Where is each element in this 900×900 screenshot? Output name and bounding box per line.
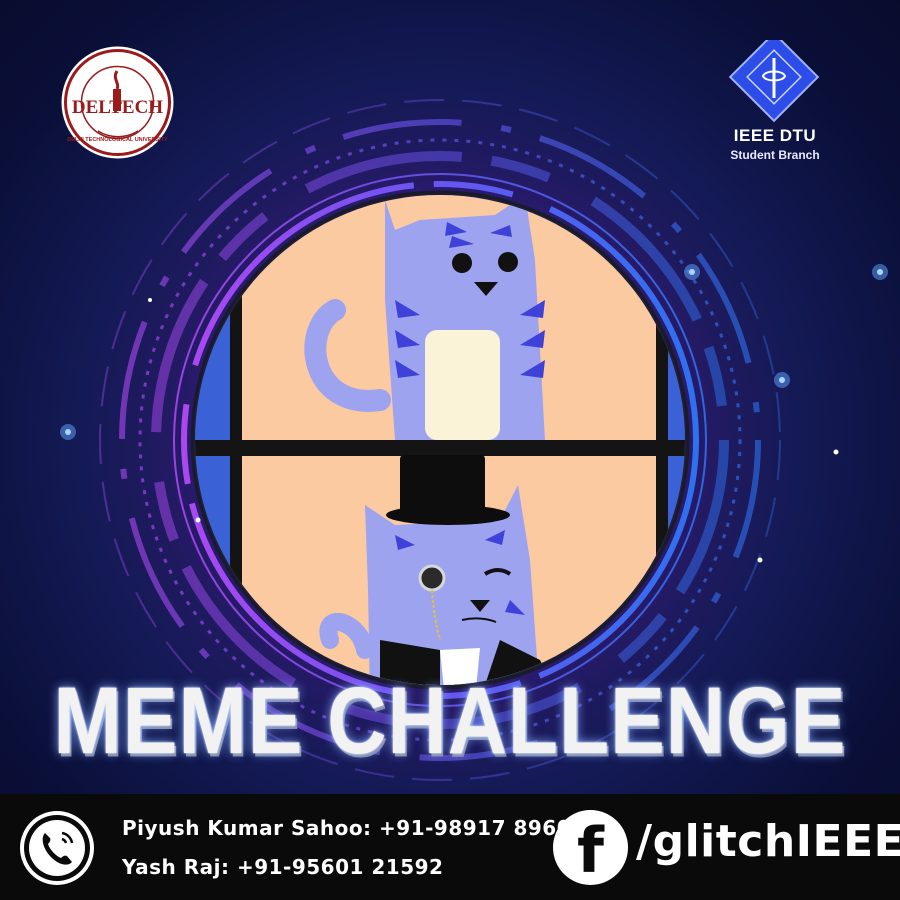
- dtu-seal-icon: DELTECH DELHI TECHNOLOGICAL UNIVERSITY: [61, 46, 174, 159]
- contact-piyush: Piyush Kumar Sahoo: +91-98917 89605: [122, 816, 586, 840]
- svg-text:DELTECH: DELTECH: [72, 97, 163, 118]
- ieee-dtu-logo: IEEE DTU Student Branch: [705, 31, 845, 170]
- ieee-dtu-title: IEEE DTU: [733, 126, 817, 145]
- dtu-logo: DELTECH DELHI TECHNOLOGICAL UNIVERSITY: [60, 45, 175, 160]
- ieee-diamond-icon: [728, 31, 820, 123]
- contact-footer: Piyush Kumar Sahoo: +91-98917 89605 Yash…: [0, 794, 900, 900]
- contact-yash: Yash Raj: +91-95601 21592: [122, 855, 444, 879]
- meme-challenge-headline: MEME CHALLENGE: [53, 669, 847, 774]
- phone-icon: [20, 811, 94, 885]
- ieee-dtu-subtitle: Student Branch: [730, 148, 820, 162]
- poster: DELTECH DELHI TECHNOLOGICAL UNIVERSITY I…: [0, 0, 900, 900]
- facebook-handle-link[interactable]: /glitchIEEE: [636, 816, 900, 867]
- facebook-icon[interactable]: f: [553, 810, 628, 886]
- svg-text:DELHI TECHNOLOGICAL UNIVERSITY: DELHI TECHNOLOGICAL UNIVERSITY: [67, 137, 168, 143]
